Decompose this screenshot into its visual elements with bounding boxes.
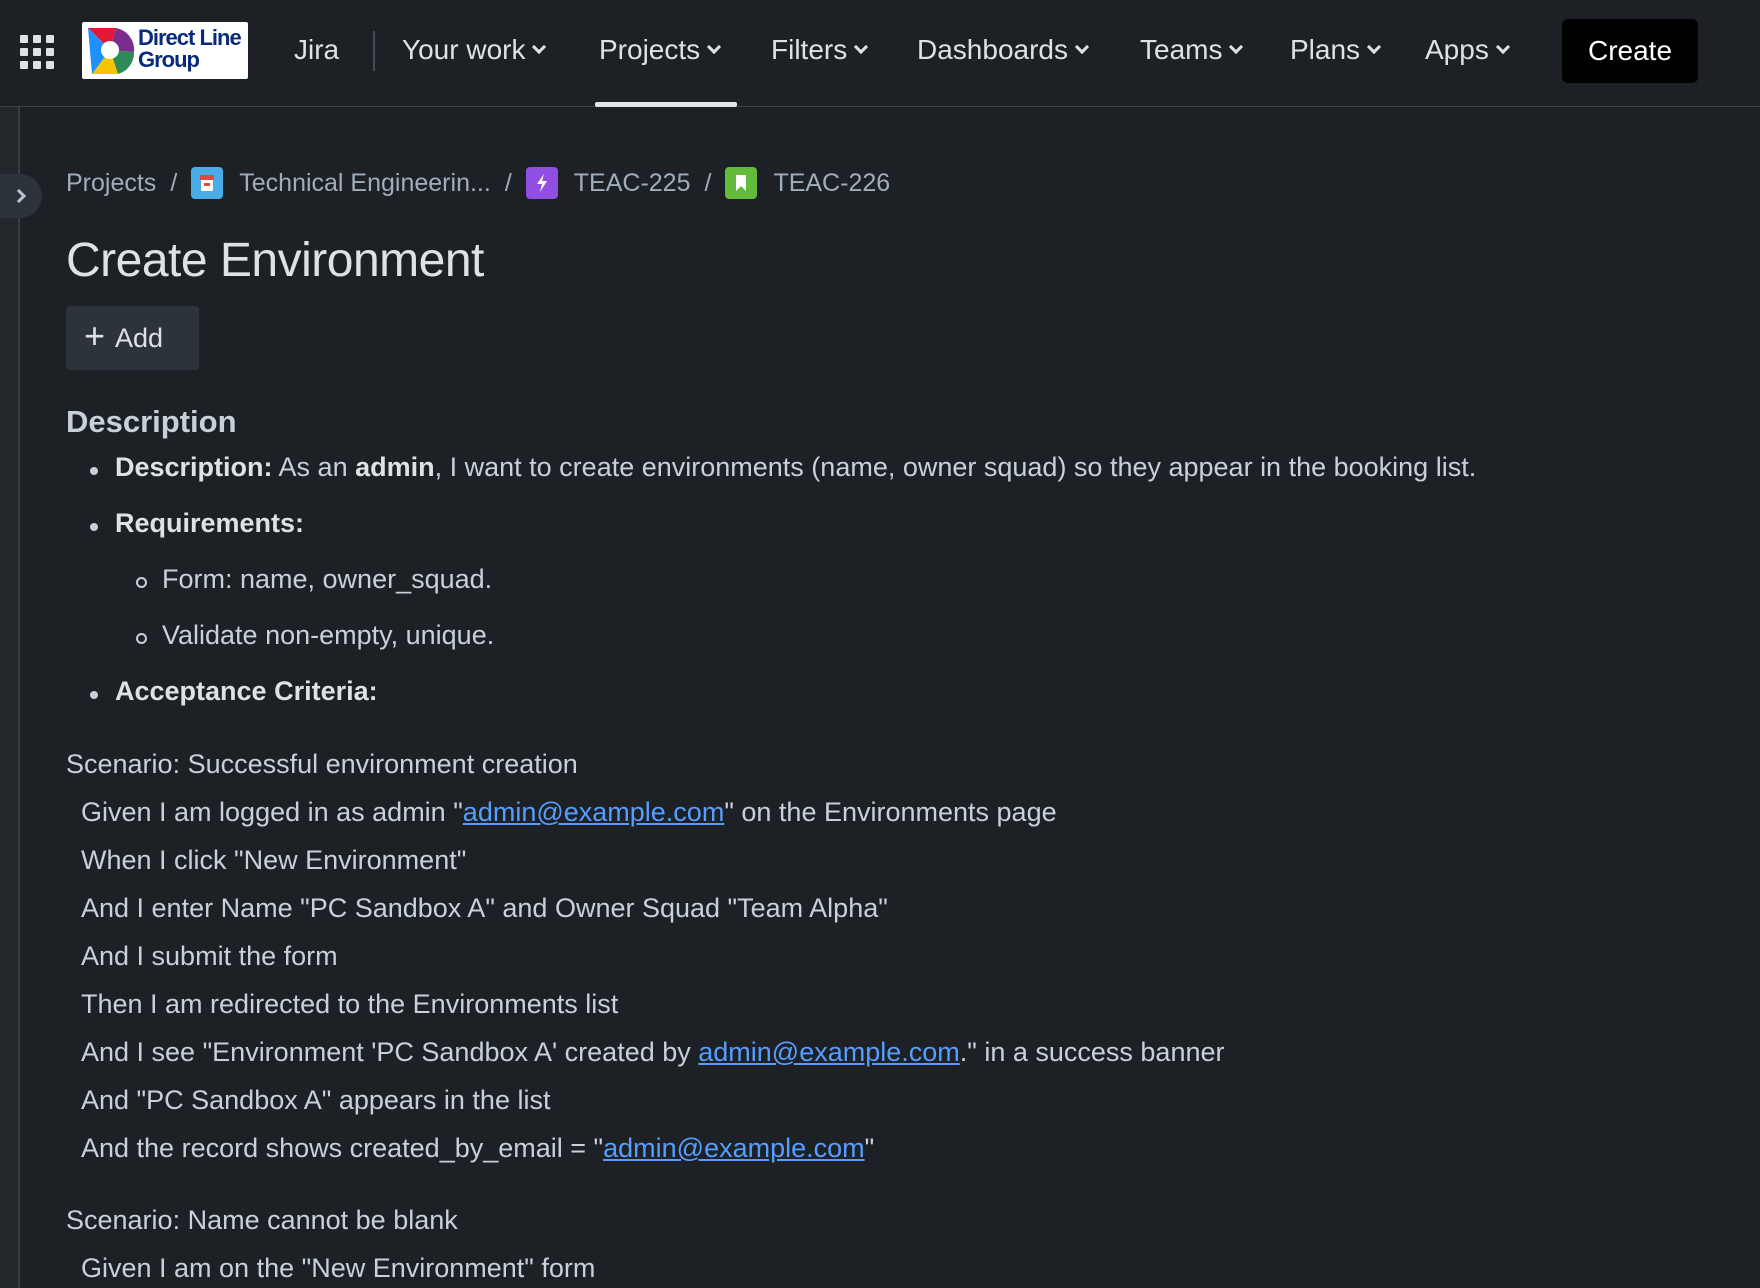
nav-dashboards[interactable]: Dashboards: [917, 34, 1090, 66]
epic-icon: [525, 167, 558, 199]
description-heading: Description: [66, 404, 237, 439]
description-bullet-text: Description: As an admin, I want to crea…: [115, 452, 1477, 482]
nav-filters-label: Filters: [771, 34, 848, 65]
breadcrumb-separator: /: [504, 168, 512, 197]
issue-title[interactable]: Create Environment: [66, 233, 484, 288]
nav-teams-label: Teams: [1140, 34, 1223, 65]
breadcrumb-projects[interactable]: Projects: [66, 169, 156, 198]
project-avatar-icon: [191, 167, 224, 199]
nav-plans-label: Plans: [1290, 34, 1361, 65]
scenario-step: And "PC Sandbox A" appears in the list: [81, 1085, 551, 1115]
breadcrumb-separator: /: [704, 168, 712, 197]
chevron-down-icon: [1229, 39, 1244, 55]
breadcrumb-epic-label: TEAC-225: [573, 168, 691, 197]
breadcrumb-project[interactable]: Technical Engineerin...: [191, 167, 491, 199]
plus-icon: +: [84, 315, 106, 356]
logo-text: Direct Line Group: [138, 25, 242, 72]
nav-apps[interactable]: Apps: [1425, 34, 1510, 66]
breadcrumb-separator: /: [170, 168, 178, 197]
expand-sidebar-button[interactable]: [0, 174, 42, 218]
top-navigation: Direct Line Group Jira Your work Project…: [0, 0, 1760, 107]
collapsed-sidebar: [0, 107, 20, 1288]
requirements-label: Requirements:: [115, 508, 305, 538]
breadcrumb-project-label: Technical Engineerin...: [239, 168, 491, 197]
nav-plans[interactable]: Plans: [1290, 34, 1382, 66]
nav-projects-label: Projects: [599, 34, 701, 65]
chevron-down-icon: [1366, 39, 1382, 55]
add-button[interactable]: + Add: [66, 306, 199, 370]
email-link[interactable]: admin@example.com: [603, 1133, 865, 1163]
breadcrumb-story-label: TEAC-226: [773, 168, 891, 197]
email-link[interactable]: admin@example.com: [698, 1037, 960, 1067]
bullet-icon: [90, 523, 98, 531]
email-link[interactable]: admin@example.com: [463, 797, 725, 827]
app-switcher-icon[interactable]: [20, 35, 54, 69]
nav-projects[interactable]: Projects: [599, 34, 722, 66]
chevron-down-icon: [1074, 39, 1090, 55]
nav-your-work[interactable]: Your work: [402, 34, 547, 66]
scenario-step: And I submit the form: [81, 941, 338, 971]
scenario-step: Given I am logged in as admin "admin@exa…: [81, 797, 1057, 827]
sub-bullet-icon: [136, 577, 147, 588]
chevron-right-icon: [11, 188, 27, 204]
acceptance-criteria-label: Acceptance Criteria:: [115, 676, 378, 706]
scenario-title: Scenario: Name cannot be blank: [66, 1205, 458, 1235]
scenario-step: When I click "New Environment": [81, 845, 467, 875]
bullet-icon: [90, 691, 98, 699]
story-bookmark-icon: [725, 167, 758, 199]
logo-mark-icon: [88, 28, 135, 74]
scenario-step: And I see "Environment 'PC Sandbox A' cr…: [81, 1037, 1225, 1067]
nav-divider: [373, 31, 375, 71]
scenario-step: Given I am on the "New Environment" form: [81, 1253, 596, 1283]
scenario-step: Then I am redirected to the Environments…: [81, 989, 619, 1019]
add-button-label: Add: [115, 322, 164, 353]
requirement-text: Form: name, owner_squad.: [162, 564, 493, 594]
chevron-down-icon: [1495, 39, 1510, 55]
breadcrumb-story[interactable]: TEAC-226: [725, 167, 890, 199]
chevron-down-icon: [707, 39, 722, 55]
nav-active-indicator: [595, 102, 737, 107]
create-button[interactable]: Create: [1562, 19, 1698, 83]
requirement-text: Validate non-empty, unique.: [162, 620, 495, 650]
nav-dashboards-label: Dashboards: [917, 34, 1068, 65]
company-logo[interactable]: Direct Line Group: [82, 22, 248, 79]
sub-bullet-icon: [136, 633, 147, 644]
chevron-down-icon: [532, 39, 547, 55]
nav-apps-label: Apps: [1425, 34, 1489, 65]
scenario-step: And I enter Name "PC Sandbox A" and Owne…: [81, 893, 888, 923]
bullet-icon: [90, 467, 98, 475]
scenario-title: Scenario: Successful environment creatio…: [66, 749, 578, 779]
chevron-down-icon: [854, 39, 869, 55]
nav-filters[interactable]: Filters: [771, 34, 869, 66]
nav-teams[interactable]: Teams: [1140, 34, 1244, 66]
scenario-step: And the record shows created_by_email = …: [81, 1133, 875, 1163]
breadcrumb: Projects / Technical Engineerin... / TEA…: [66, 166, 890, 200]
nav-your-work-label: Your work: [402, 34, 526, 65]
breadcrumb-epic[interactable]: TEAC-225: [525, 167, 691, 199]
product-name[interactable]: Jira: [294, 34, 339, 66]
